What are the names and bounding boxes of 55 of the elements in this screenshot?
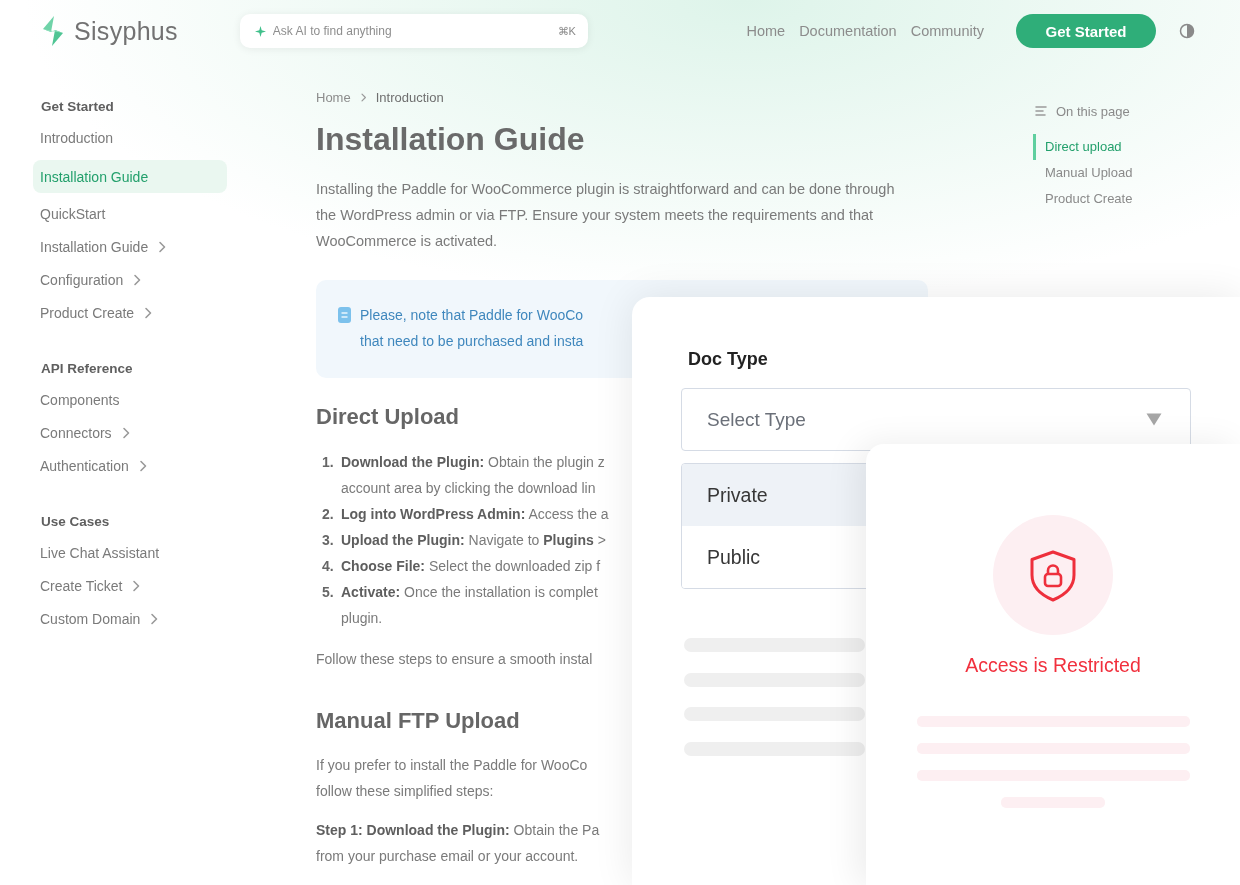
breadcrumb-link[interactable]: Home: [316, 89, 351, 105]
toc-link[interactable]: Product Create: [1033, 186, 1133, 212]
sidebar-item[interactable]: Installation Guide: [33, 160, 227, 193]
sparkle-icon: [254, 25, 266, 37]
step-text: Choose File: Select the downloaded zip f: [341, 557, 601, 576]
page-title: Installation Guide: [316, 120, 585, 159]
sidebar-item[interactable]: Product Create: [33, 296, 227, 329]
sidebar-item[interactable]: Installation Guide: [33, 230, 227, 263]
body-paragraph: If you prefer to install the Paddle for WooCo follow these simplified steps:: [316, 756, 588, 801]
breadcrumb-link[interactable]: Introduction: [375, 89, 444, 105]
sidebar-item[interactable]: Live Chat Assistant: [33, 536, 227, 569]
caret-icon: [1146, 413, 1162, 426]
step-text: Log into WordPress Admin: Access the a: [341, 505, 609, 524]
list-icon: [1035, 105, 1047, 117]
sidebar-group-title: API Reference: [41, 360, 133, 378]
document-icon: [338, 307, 351, 323]
step-number: 2.: [321, 505, 335, 524]
step-text: Activate: Once the installation is complet plugin.: [341, 583, 598, 628]
section-heading: Manual FTP Upload: [316, 707, 520, 735]
logo-icon: [40, 15, 66, 47]
section-heading: Direct Upload: [316, 403, 460, 431]
sidebar-item[interactable]: Connectors: [33, 416, 227, 449]
sidebar-item[interactable]: QuickStart: [33, 197, 227, 230]
restricted-message: Access is Restricted: [965, 653, 1141, 678]
body-paragraph: Step 1: Download the Plugin: Obtain the Pa from your purchase email or your account.: [316, 821, 600, 866]
toc-link[interactable]: Direct upload: [1033, 134, 1122, 160]
sidebar-group-title: Get Started: [41, 98, 114, 116]
get-started-button[interactable]: Get Started: [1016, 14, 1156, 48]
shortcut-hint: ⌘K: [557, 24, 576, 38]
intro-paragraph: Installing the Paddle for WooCommerce plugin is straightforward and can be done through the WordPress admin or via FTP. Ensure your system meets the requirements and that WooCommerce is activated.: [316, 180, 896, 251]
sidebar-item[interactable]: Authentication: [33, 449, 227, 482]
sidebar-item[interactable]: Components: [33, 383, 227, 416]
step-number: 5.: [321, 583, 335, 602]
sidebar-item[interactable]: Create Ticket: [33, 569, 227, 602]
note-text: Please, note that Paddle for WooCo that need to be purchased and insta: [360, 306, 584, 351]
step-number: 4.: [321, 557, 335, 576]
step-number: 3.: [321, 531, 335, 550]
nav-link[interactable]: Home: [746, 23, 786, 39]
nav-link[interactable]: Community: [910, 23, 984, 39]
shield-lock-icon: [993, 515, 1113, 635]
sidebar-item[interactable]: Configuration: [33, 263, 227, 296]
field-label: Doc Type: [688, 348, 768, 371]
contrast-icon[interactable]: [1179, 23, 1195, 39]
step-number: 1.: [321, 453, 335, 472]
step-text: Download the Plugin: Obtain the plugin z account area by clicking the download lin: [341, 453, 605, 498]
body-paragraph: Follow these steps to ensure a smooth instal: [316, 650, 593, 669]
sidebar-item[interactable]: Custom Domain: [33, 602, 227, 635]
chevron-right-icon: [358, 92, 368, 102]
toc-title: On this page: [1056, 103, 1130, 119]
sidebar-item[interactable]: Introduction: [33, 121, 227, 154]
step-text: Upload the Plugin: Navigate to Plugins >: [341, 531, 606, 550]
logo-text: Sisyphus: [74, 16, 178, 46]
toc-link[interactable]: Manual Upload: [1033, 160, 1133, 186]
sidebar-group-title: Use Cases: [41, 513, 110, 531]
nav-link[interactable]: Documentation: [799, 23, 897, 39]
